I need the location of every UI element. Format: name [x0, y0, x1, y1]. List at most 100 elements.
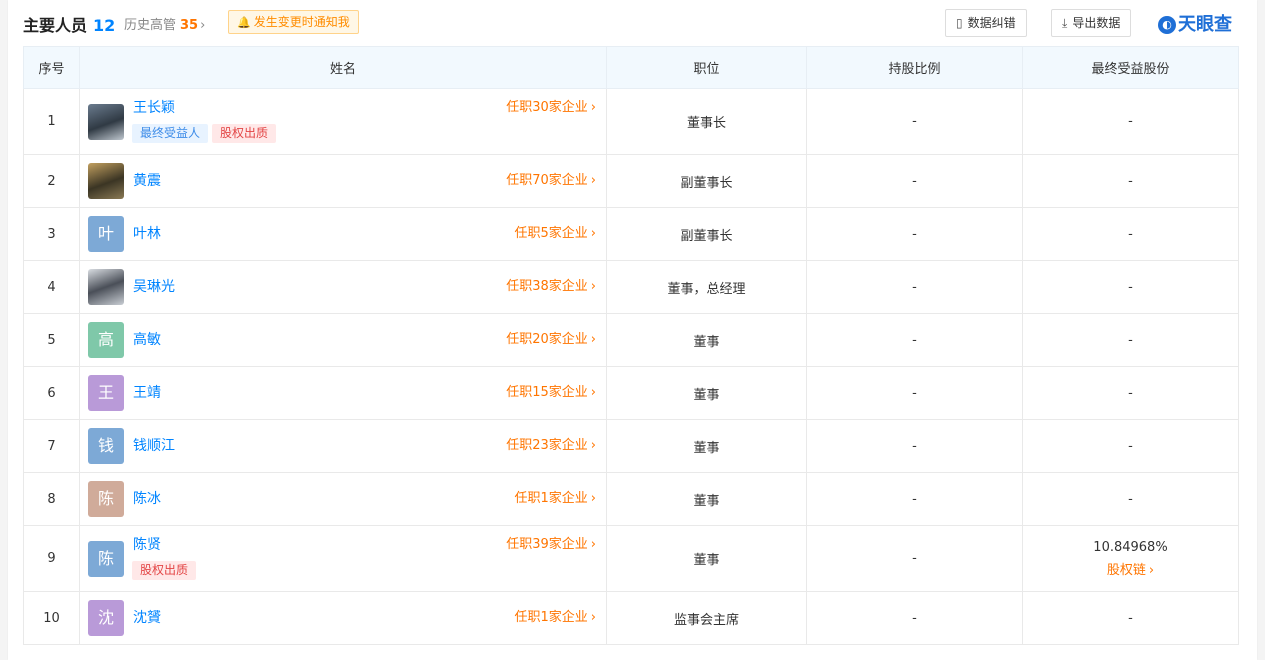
position-cell: 副董事长	[606, 207, 807, 261]
person-letter-avatar[interactable]: 王	[88, 375, 124, 411]
positions-count-link[interactable]: 任职30家企业 ›	[506, 99, 596, 117]
positions-count-label: 任职5家企业	[514, 226, 588, 241]
chevron-right-icon: ›	[200, 18, 206, 33]
person-letter-avatar[interactable]: 沈	[88, 600, 124, 636]
export-data-label: 导出数据	[1072, 16, 1121, 30]
position-cell: 董事，总经理	[606, 260, 807, 314]
table-row: 1 王长颖 最终受益人 股权出质 任职30家企业 › 董事长 - -	[23, 88, 1239, 155]
section-header: 主要人员 12 历史高管 35 › 🔔 发生变更时通知我 ▯ 数据纠错 ⤓ 导出数据 ◐ 天眼…	[23, 0, 1242, 46]
person-tag[interactable]: 最终受益人	[132, 124, 209, 143]
beneficial-shares-cell: -	[1022, 366, 1239, 420]
row-index: 8	[23, 472, 80, 526]
data-correction-button[interactable]: ▯ 数据纠错	[945, 9, 1027, 37]
position-cell: 董事	[606, 366, 807, 420]
col-header-position: 职位	[606, 46, 807, 89]
positions-count-link[interactable]: 任职39家企业 ›	[506, 536, 596, 554]
person-name-link[interactable]: 王长颖	[133, 99, 175, 117]
person-name-link[interactable]: 高敏	[133, 331, 161, 349]
person-photo-avatar[interactable]	[88, 163, 124, 199]
positions-count-link[interactable]: 任职1家企业 ›	[515, 609, 596, 627]
beneficial-shares-cell: -	[1022, 154, 1239, 208]
positions-count-link[interactable]: 任职38家企业 ›	[506, 278, 596, 296]
person-name-link[interactable]: 陈贤	[133, 536, 161, 554]
person-letter-avatar[interactable]: 钱	[88, 428, 124, 464]
person-tag[interactable]: 股权出质	[212, 124, 277, 143]
person-cell: 黄震 任职70家企业 ›	[79, 154, 607, 208]
table-row: 5 高高敏 任职20家企业 › 董事 - -	[23, 313, 1239, 367]
positions-count-link[interactable]: 任职5家企业 ›	[515, 225, 596, 243]
person-tag[interactable]: 股权出质	[132, 561, 197, 580]
person-name-link[interactable]: 黄震	[133, 172, 161, 190]
col-header-shareholding: 持股比例	[806, 46, 1023, 89]
positions-count-link[interactable]: 任职20家企业 ›	[506, 331, 596, 349]
person-photo-avatar[interactable]	[88, 103, 124, 140]
row-index: 5	[23, 313, 80, 367]
person-name-link[interactable]: 叶林	[133, 225, 161, 243]
beneficial-shares-value: -	[1128, 279, 1133, 295]
notify-change-button[interactable]: 🔔 发生变更时通知我	[228, 10, 359, 34]
table-row: 10 沈沈贇 任职1家企业 › 监事会主席 - -	[23, 591, 1239, 645]
export-data-button[interactable]: ⤓ 导出数据	[1051, 9, 1132, 37]
row-index: 3	[23, 207, 80, 261]
chevron-right-icon: ›	[590, 385, 596, 400]
person-letter-avatar[interactable]: 陈	[88, 540, 124, 577]
shareholding-cell: -	[806, 207, 1023, 261]
person-name-link[interactable]: 钱顺江	[133, 437, 175, 455]
person-name-link[interactable]: 陈冰	[133, 490, 161, 508]
beneficial-shares-cell: -	[1022, 207, 1239, 261]
person-photo-avatar[interactable]	[88, 269, 124, 305]
person-cell: 陈陈冰 任职1家企业 ›	[79, 472, 607, 526]
chevron-right-icon: ›	[590, 226, 596, 241]
shareholding-cell: -	[806, 313, 1023, 367]
row-index: 1	[23, 88, 80, 155]
person-tags: 股权出质	[132, 561, 200, 580]
chevron-right-icon: ›	[590, 332, 596, 347]
col-header-beneficial-shares: 最终受益股份	[1022, 46, 1239, 89]
shareholding-cell: -	[806, 366, 1023, 420]
chevron-right-icon: ›	[590, 100, 596, 115]
positions-count-link[interactable]: 任职1家企业 ›	[515, 490, 596, 508]
person-letter-avatar[interactable]: 高	[88, 322, 124, 358]
position-cell: 董事	[606, 419, 807, 473]
person-tags: 最终受益人 股权出质	[132, 124, 280, 143]
section-title-text: 主要人员	[23, 16, 88, 35]
chevron-right-icon: ›	[590, 279, 596, 294]
positions-count-link[interactable]: 任职23家企业 ›	[506, 437, 596, 455]
beneficial-shares-value: -	[1128, 610, 1133, 626]
positions-count-label: 任职23家企业	[506, 438, 588, 453]
shareholding-cell: -	[806, 260, 1023, 314]
table-row: 6 王王靖 任职15家企业 › 董事 - -	[23, 366, 1239, 420]
positions-count-label: 任职1家企业	[514, 491, 588, 506]
beneficial-shares-value: -	[1128, 226, 1133, 242]
beneficial-shares-value: -	[1128, 438, 1133, 454]
col-header-index: 序号	[23, 46, 80, 89]
logo-text: 天眼查	[1178, 14, 1232, 35]
beneficial-shares-value: 10.84968%	[1093, 539, 1168, 555]
person-name-link[interactable]: 吴琳光	[133, 278, 175, 296]
equity-chain-link[interactable]: 股权链 ›	[1024, 559, 1237, 578]
beneficial-shares-cell: 10.84968% 股权链 ›	[1022, 525, 1239, 592]
beneficial-shares-value: -	[1128, 332, 1133, 348]
positions-count-label: 任职1家企业	[514, 610, 588, 625]
person-cell: 吴琳光 任职38家企业 ›	[79, 260, 607, 314]
person-cell: 王长颖最终受益人 股权出质 任职30家企业 ›	[79, 88, 607, 155]
beneficial-shares-value: -	[1128, 385, 1133, 401]
person-letter-avatar[interactable]: 陈	[88, 481, 124, 517]
position-cell: 董事	[606, 313, 807, 367]
positions-count-link[interactable]: 任职15家企业 ›	[506, 384, 596, 402]
person-cell: 钱钱顺江 任职23家企业 ›	[79, 419, 607, 473]
bell-icon: 🔔	[237, 16, 251, 29]
person-name-link[interactable]: 王靖	[133, 384, 161, 402]
person-cell: 高高敏 任职20家企业 ›	[79, 313, 607, 367]
shareholding-cell: -	[806, 472, 1023, 526]
history-count: 35	[180, 18, 199, 33]
table-header-row: 序号 姓名 职位 持股比例 最终受益股份	[23, 46, 1239, 89]
history-executives-link[interactable]: 历史高管 35 ›	[124, 14, 205, 33]
chevron-right-icon: ›	[590, 491, 596, 506]
positions-count-link[interactable]: 任职70家企业 ›	[506, 172, 596, 190]
staff-count: 12	[93, 16, 116, 35]
beneficial-shares-cell: -	[1022, 260, 1239, 314]
person-letter-avatar[interactable]: 叶	[88, 216, 124, 252]
person-name-link[interactable]: 沈贇	[133, 609, 161, 627]
equity-chain-label: 股权链	[1106, 562, 1146, 578]
